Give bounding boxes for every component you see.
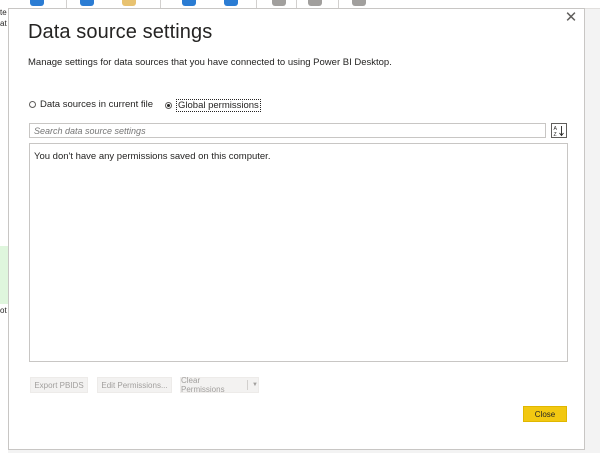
close-button-label: Close [534, 409, 556, 419]
empty-state-message: You don't have any permissions saved on … [34, 151, 271, 162]
ribbon-separator [66, 0, 67, 8]
radio-global-permissions[interactable]: Global permissions [165, 99, 261, 112]
ribbon-icon [224, 0, 238, 6]
ribbon-separator [256, 0, 257, 8]
svg-text:Z: Z [554, 132, 557, 137]
dialog-title: Data source settings [28, 21, 213, 43]
clear-permissions-button[interactable]: Clear Permissions ▼ [180, 376, 259, 394]
radio-button[interactable] [29, 101, 36, 108]
ribbon-icon [272, 0, 286, 6]
dialog-subtitle: Manage settings for data sources that yo… [28, 57, 392, 68]
background-text-fragment: at [0, 19, 7, 28]
sort-az-icon: A Z [554, 125, 564, 137]
background-text-fragment: te [0, 8, 7, 17]
radio-current-file[interactable]: Data sources in current file [29, 99, 153, 110]
ribbon-icon [30, 0, 44, 6]
clear-permissions-label: Clear Permissions [181, 376, 225, 394]
export-pbids-label: Export PBIDS [34, 380, 84, 390]
search-input[interactable] [29, 123, 546, 138]
radio-label: Global permissions [176, 99, 261, 112]
export-pbids-button[interactable]: Export PBIDS [30, 377, 88, 393]
ribbon-icon [352, 0, 366, 6]
ribbon-icon [80, 0, 94, 6]
edit-permissions-label: Edit Permissions... [101, 380, 168, 390]
close-button[interactable]: Close [523, 406, 567, 422]
radio-label: Data sources in current file [40, 99, 153, 110]
ribbon-icon [308, 0, 322, 6]
ribbon-separator [338, 0, 339, 8]
data-source-settings-dialog: ✕ Data source settings Manage settings f… [8, 8, 585, 450]
ribbon-separator [160, 0, 161, 8]
background-left-pane: te at ot [0, 8, 8, 453]
background-text-fragment: ot [0, 306, 7, 315]
data-source-list[interactable]: You don't have any permissions saved on … [29, 143, 568, 362]
split-divider [247, 380, 249, 390]
edit-permissions-button[interactable]: Edit Permissions... [97, 377, 172, 393]
chevron-down-icon[interactable]: ▼ [252, 382, 258, 388]
ribbon-separator [296, 0, 297, 8]
close-icon[interactable]: ✕ [564, 10, 578, 25]
ribbon-icon [122, 0, 136, 6]
radio-button-checked[interactable] [165, 102, 172, 109]
ribbon-icon [182, 0, 196, 6]
background-highlight [0, 246, 8, 304]
sort-button[interactable]: A Z [551, 123, 567, 138]
